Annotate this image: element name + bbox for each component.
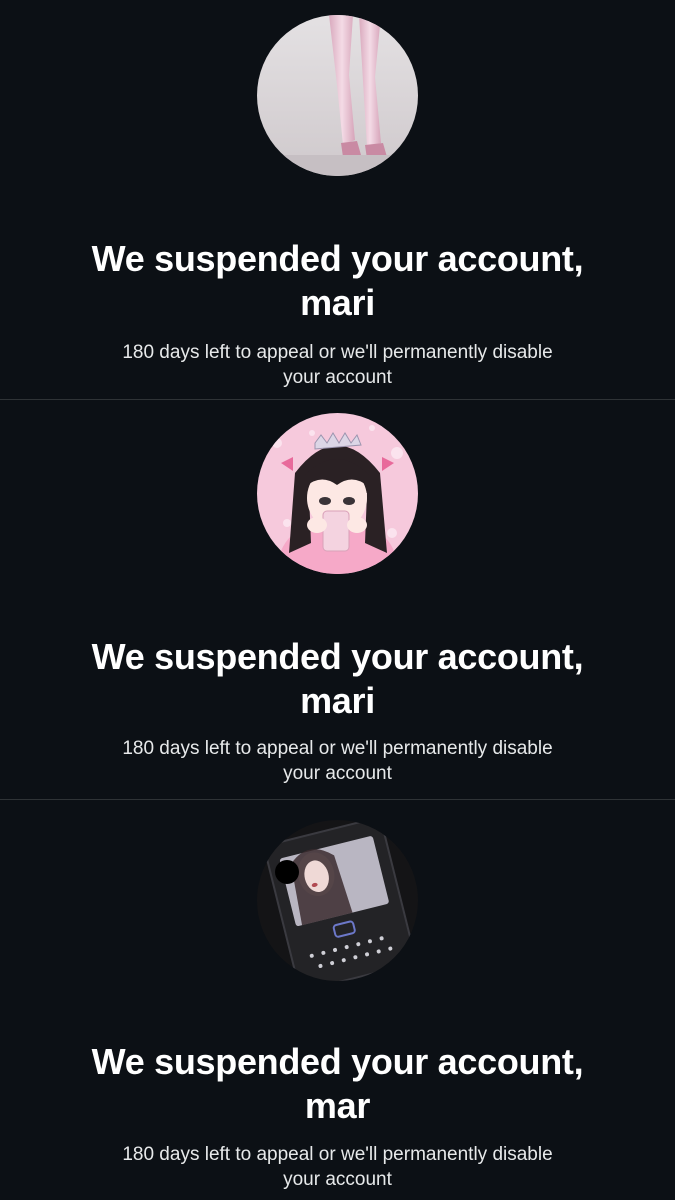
- heading-line-1: We suspended your account,: [91, 238, 584, 279]
- appeal-text-line-1: 180 days left to appeal or we'll permane…: [122, 738, 553, 759]
- anime-princess-illustration-icon: [257, 413, 418, 574]
- appeal-notice-text: 180 days left to appeal or we'll permane…: [0, 340, 675, 390]
- appeal-text-line-2: your account: [283, 1169, 392, 1190]
- heading-username: mar: [304, 1085, 371, 1126]
- suspension-heading: We suspended your account, mari: [0, 635, 675, 723]
- appeal-text-line-2: your account: [283, 763, 392, 784]
- heading-line-1: We suspended your account,: [91, 1041, 584, 1082]
- suspension-heading: We suspended your account, mari: [0, 237, 675, 325]
- heading-username: mari: [300, 680, 375, 721]
- suspension-notice-3: We suspended your account, mar 180 days …: [0, 800, 675, 1200]
- profile-avatar: [257, 413, 418, 574]
- legs-stockings-photo-icon: [257, 15, 418, 176]
- appeal-notice-text: 180 days left to appeal or we'll permane…: [0, 736, 675, 786]
- blackberry-phone-photo-icon: [257, 820, 418, 981]
- suspension-notice-2: We suspended your account, mari 180 days…: [0, 400, 675, 800]
- suspension-heading: We suspended your account, mar: [0, 1040, 675, 1128]
- heading-line-1: We suspended your account,: [91, 636, 584, 677]
- heading-username: mari: [300, 282, 375, 323]
- appeal-text-line-1: 180 days left to appeal or we'll permane…: [122, 342, 553, 363]
- appeal-notice-text: 180 days left to appeal or we'll permane…: [0, 1142, 675, 1192]
- appeal-text-line-1: 180 days left to appeal or we'll permane…: [122, 1144, 553, 1165]
- profile-avatar: [257, 15, 418, 176]
- appeal-text-line-2: your account: [283, 367, 392, 388]
- profile-avatar: [257, 820, 418, 981]
- suspension-notice-1: We suspended your account, mari 180 days…: [0, 0, 675, 400]
